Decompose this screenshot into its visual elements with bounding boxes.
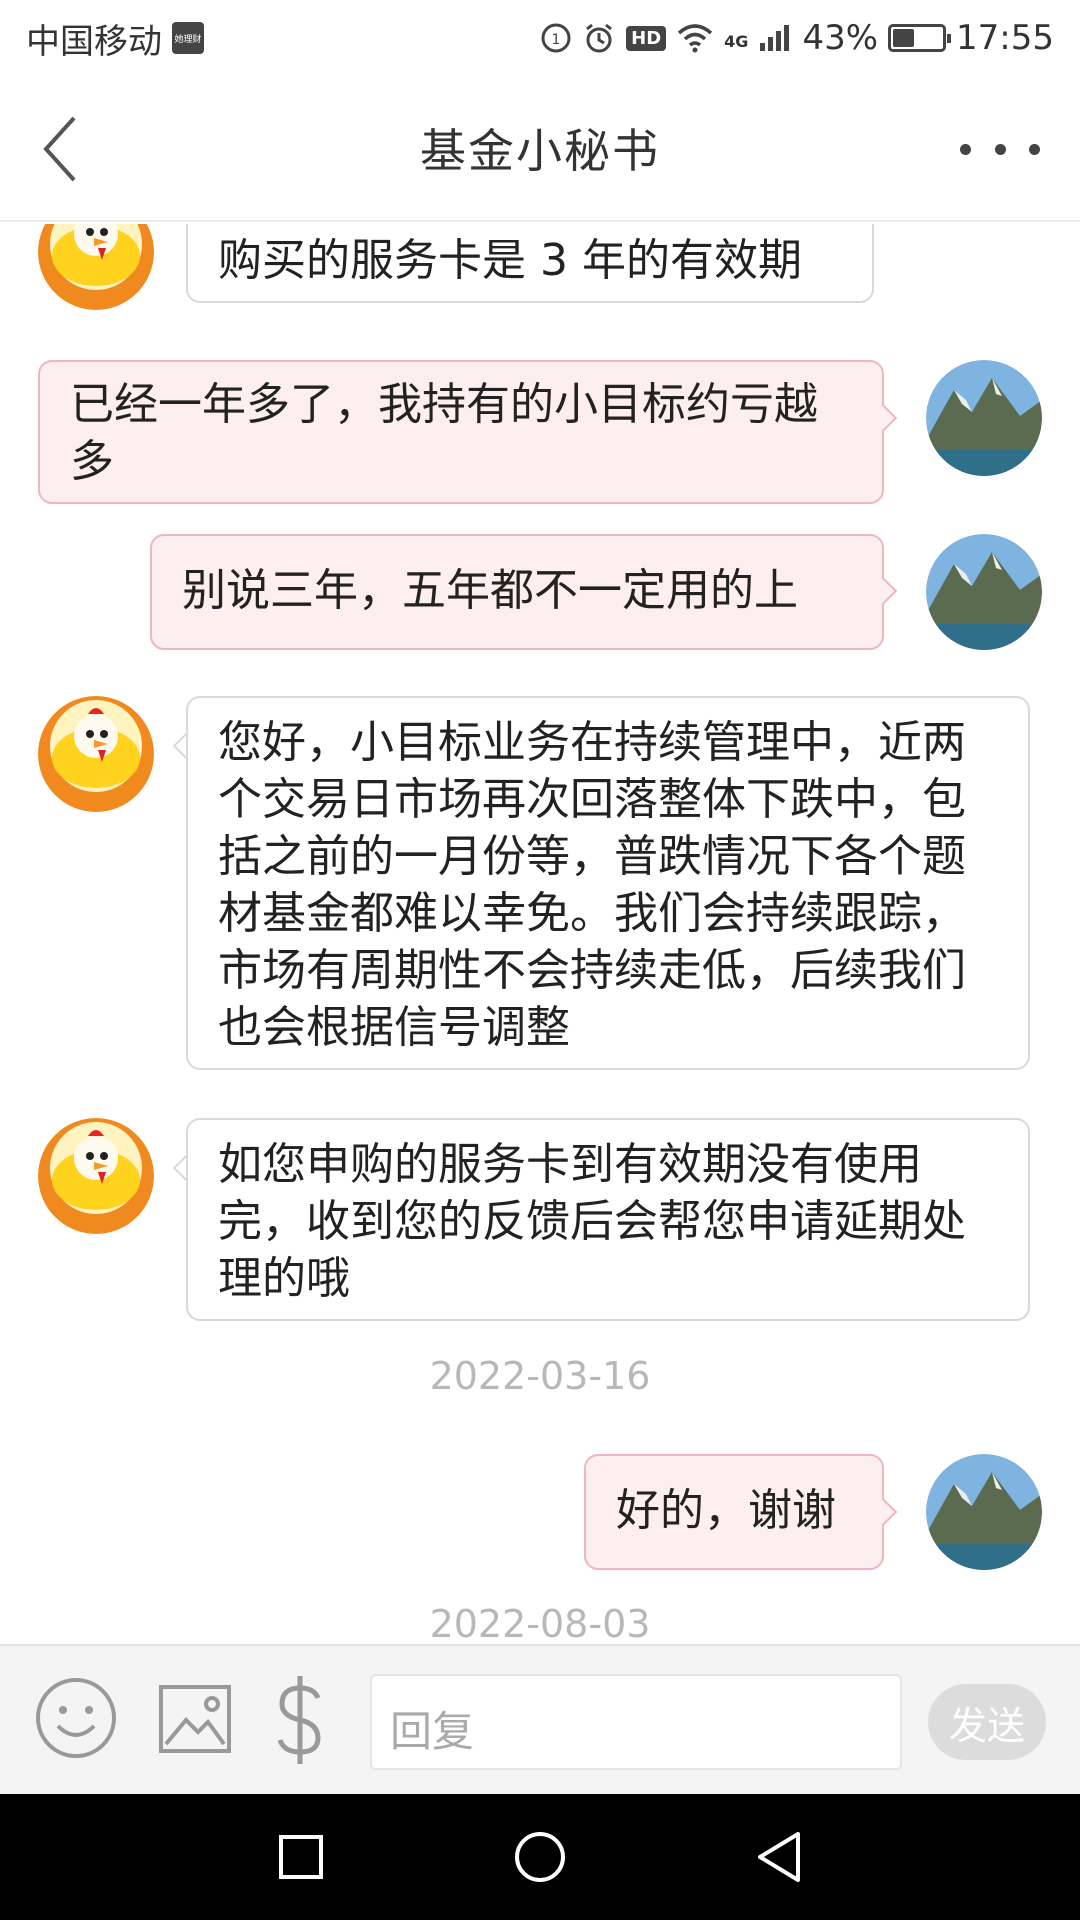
timestamp: 2022-08-03 [429, 1602, 651, 1644]
clock: 17:55 [956, 18, 1054, 58]
system-navigation-bar [0, 1794, 1080, 1920]
status-left: 中国移动 她理财 [26, 14, 204, 63]
back-system-button[interactable] [746, 1824, 812, 1890]
message-bubble-incoming[interactable]: 如您申购的服务卡到有效期没有使用完，收到您的反馈后会帮您申请延期处理的哦 [186, 1118, 1030, 1321]
mountain-avatar[interactable] [926, 534, 1042, 650]
message-text: 购买的服务卡是 3 年的有效期 [218, 235, 802, 286]
sim-icon: 1 [540, 22, 572, 54]
wifi-icon [676, 23, 714, 53]
image-button[interactable] [158, 1682, 232, 1756]
rooster-avatar[interactable] [38, 224, 154, 310]
network-type: 4G [724, 32, 749, 51]
send-button[interactable]: 发送 [928, 1684, 1046, 1760]
message-bubble-outgoing[interactable]: 已经一年多了，我持有的小目标约亏越多 [38, 360, 884, 504]
svg-text:1: 1 [552, 32, 561, 48]
more-dot-icon [1029, 143, 1040, 155]
message-text: 如您申购的服务卡到有效期没有使用完，收到您的反馈后会帮您申请延期处理的哦 [218, 1139, 966, 1304]
rooster-avatar[interactable] [38, 696, 154, 812]
timestamp: 2022-03-16 [429, 1354, 651, 1398]
signal-icon [758, 23, 792, 53]
input-bar: 回复 发送 [0, 1644, 1080, 1794]
mountain-avatar[interactable] [926, 360, 1042, 476]
triangle-back-icon [758, 1832, 800, 1882]
battery-percent: 43% [802, 18, 879, 58]
chevron-left-icon [43, 116, 76, 182]
home-button[interactable] [507, 1824, 573, 1890]
carrier-name: 中国移动 [26, 21, 162, 62]
message-bubble-outgoing[interactable]: 好的，谢谢 [584, 1454, 884, 1570]
image-icon [159, 1685, 231, 1753]
message-bubble-incoming[interactable]: 购买的服务卡是 3 年的有效期 [186, 224, 874, 303]
square-icon [279, 1835, 323, 1879]
message-bubble-outgoing[interactable]: 别说三年，五年都不一定用的上 [150, 534, 884, 650]
more-dot-icon [994, 143, 1006, 155]
status-bar: 中国移动 她理财 1 HD 4G 43% 17:55 [0, 0, 1080, 76]
reply-input[interactable]: 回复 [370, 1674, 902, 1770]
reward-button[interactable] [270, 1672, 330, 1768]
more-options-button[interactable] [960, 124, 1040, 174]
rooster-avatar[interactable] [38, 1118, 154, 1234]
message-text: 好的，谢谢 [616, 1485, 836, 1536]
carrier-badge: 她理财 [172, 22, 204, 54]
mountain-avatar[interactable] [926, 1454, 1042, 1570]
circle-icon [515, 1832, 565, 1882]
battery-icon [888, 24, 952, 52]
emoji-button[interactable] [34, 1676, 118, 1760]
more-dot-icon [960, 143, 971, 155]
hd-badge: HD [626, 25, 667, 51]
status-right: 1 HD 4G 43% 17:55 [540, 18, 1054, 58]
recents-button[interactable] [268, 1824, 334, 1890]
dollar-icon [277, 1676, 321, 1764]
chat-thread[interactable]: 购买的服务卡是 3 年的有效期 已经一年多了，我持有的小目标约亏越多 别说三年，… [0, 224, 1080, 1644]
message-text: 别说三年，五年都不一定用的上 [182, 565, 798, 616]
page-title: 基金小秘书 [420, 124, 660, 178]
back-button[interactable] [40, 106, 100, 192]
message-text: 已经一年多了，我持有的小目标约亏越多 [70, 379, 818, 487]
alarm-icon [582, 21, 616, 55]
emoji-icon [36, 1678, 116, 1758]
message-text: 您好，小目标业务在持续管理中，近两个交易日市场再次回落整体下跌中，包括之前的一月… [218, 717, 966, 1053]
message-bubble-incoming[interactable]: 您好，小目标业务在持续管理中，近两个交易日市场再次回落整体下跌中，包括之前的一月… [186, 696, 1030, 1070]
header: 基金小秘书 [0, 76, 1080, 222]
